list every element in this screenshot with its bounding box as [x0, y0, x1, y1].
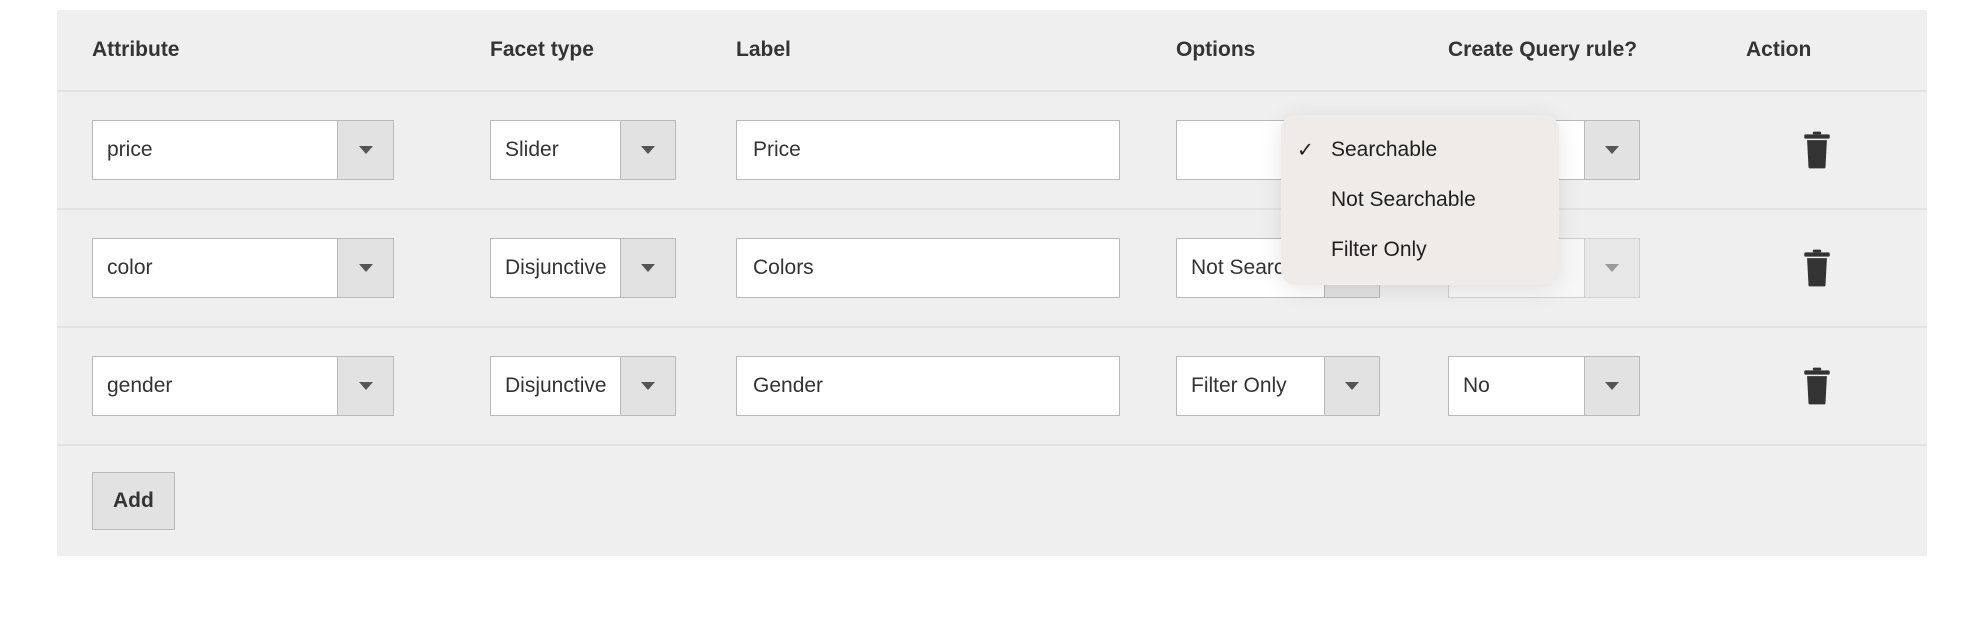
header-options: Options — [1176, 38, 1448, 62]
label-value: Colors — [753, 256, 814, 280]
facet-type-select[interactable]: Disjunctive — [490, 238, 676, 298]
header-facet-type: Facet type — [490, 38, 736, 62]
options-popup-item-label: Filter Only — [1331, 238, 1427, 262]
chevron-down-icon — [359, 146, 373, 154]
attribute-select[interactable]: price — [92, 120, 394, 180]
header-action: Action — [1746, 38, 1927, 62]
chevron-down-icon — [641, 264, 655, 272]
options-popup-item-label: Not Searchable — [1331, 188, 1476, 212]
facet-type-value: Slider — [491, 121, 620, 179]
create-query-rule-select[interactable]: No — [1448, 356, 1640, 416]
trash-icon[interactable] — [1800, 131, 1834, 169]
attribute-value: price — [93, 121, 337, 179]
label-input[interactable]: Price — [736, 120, 1120, 180]
attribute-dropdown-toggle[interactable] — [337, 357, 393, 415]
header-attribute: Attribute — [92, 38, 490, 62]
facets-config-table: Attribute Facet type Label Options Creat… — [57, 10, 1927, 556]
chevron-down-icon — [1605, 146, 1619, 154]
facet-type-select[interactable]: Disjunctive — [490, 356, 676, 416]
chevron-down-icon — [1605, 382, 1619, 390]
chevron-down-icon — [641, 146, 655, 154]
add-row: Add — [57, 446, 1927, 556]
check-icon: ✓ — [1297, 138, 1314, 163]
create-query-rule-value: No — [1449, 357, 1584, 415]
attribute-select[interactable]: gender — [92, 356, 394, 416]
attribute-dropdown-toggle[interactable] — [337, 121, 393, 179]
options-popup-item-searchable[interactable]: ✓ Searchable — [1281, 125, 1559, 175]
create-query-rule-dropdown-toggle — [1584, 239, 1639, 297]
facet-type-dropdown-toggle[interactable] — [620, 239, 675, 297]
attribute-value: gender — [93, 357, 337, 415]
options-popup-item-label: Searchable — [1331, 138, 1437, 162]
create-query-rule-dropdown-toggle[interactable] — [1584, 357, 1639, 415]
attribute-dropdown-toggle[interactable] — [337, 239, 393, 297]
header-create-query-rule: Create Query rule? — [1448, 38, 1746, 62]
facet-type-select[interactable]: Slider — [490, 120, 676, 180]
trash-icon[interactable] — [1800, 249, 1834, 287]
header-label: Label — [736, 38, 1176, 62]
chevron-down-icon — [359, 264, 373, 272]
table-row: price Slider Price — [57, 92, 1927, 210]
table-row: color Disjunctive Colors Not Searchable — [57, 210, 1927, 328]
attribute-value: color — [93, 239, 337, 297]
options-dropdown-toggle[interactable] — [1324, 357, 1379, 415]
options-select[interactable]: Filter Only — [1176, 356, 1380, 416]
options-popup[interactable]: ✓ Searchable Not Searchable Filter Only — [1281, 115, 1559, 285]
add-button[interactable]: Add — [92, 472, 175, 530]
facet-type-dropdown-toggle[interactable] — [620, 121, 675, 179]
chevron-down-icon — [641, 382, 655, 390]
table-row: gender Disjunctive Gender Filter Only — [57, 328, 1927, 446]
label-input[interactable]: Colors — [736, 238, 1120, 298]
trash-icon[interactable] — [1800, 367, 1834, 405]
options-popup-item-not-searchable[interactable]: Not Searchable — [1281, 175, 1559, 225]
chevron-down-icon — [1345, 382, 1359, 390]
chevron-down-icon — [359, 382, 373, 390]
facet-type-value: Disjunctive — [491, 239, 620, 297]
options-value: Filter Only — [1177, 357, 1324, 415]
label-value: Price — [753, 138, 801, 162]
label-value: Gender — [753, 374, 823, 398]
facet-type-dropdown-toggle[interactable] — [620, 357, 675, 415]
create-query-rule-dropdown-toggle[interactable] — [1584, 121, 1639, 179]
facet-type-value: Disjunctive — [491, 357, 620, 415]
options-popup-item-filter-only[interactable]: Filter Only — [1281, 225, 1559, 275]
chevron-down-icon — [1605, 264, 1619, 272]
label-input[interactable]: Gender — [736, 356, 1120, 416]
attribute-select[interactable]: color — [92, 238, 394, 298]
table-header: Attribute Facet type Label Options Creat… — [57, 10, 1927, 92]
